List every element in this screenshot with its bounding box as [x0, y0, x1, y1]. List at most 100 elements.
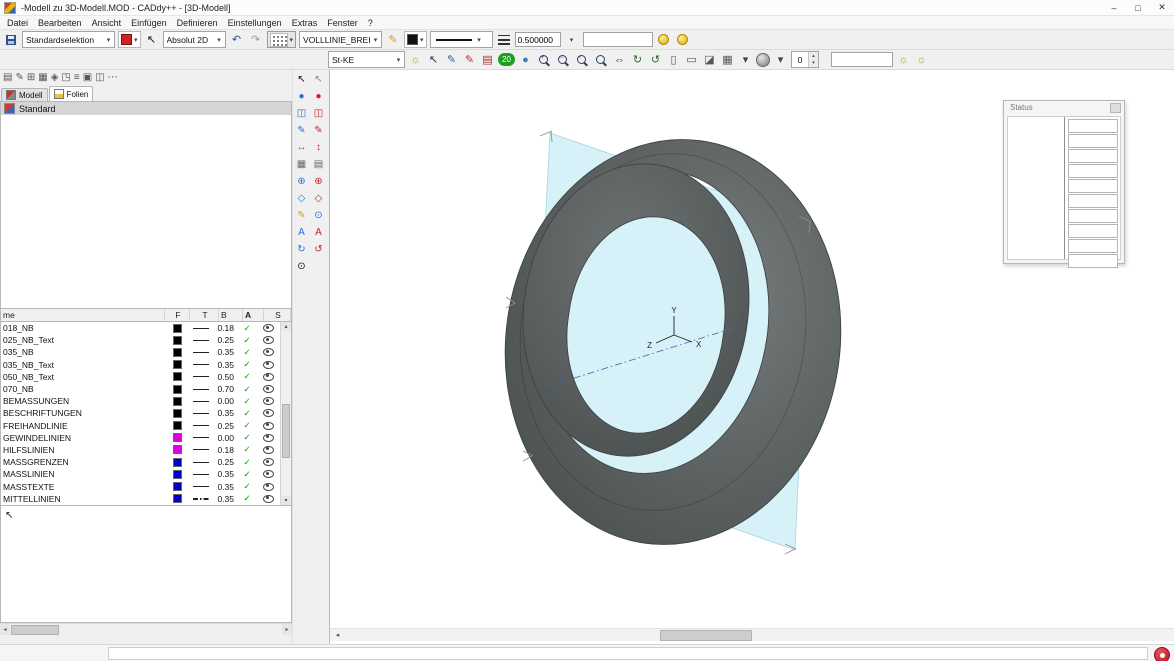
active-check-icon[interactable]: ✓ [238, 335, 256, 346]
lamp-button[interactable] [656, 32, 672, 47]
active-check-icon[interactable]: ✓ [238, 396, 256, 407]
linetype-sample[interactable] [193, 364, 209, 365]
split-square-icon[interactable]: ◫ [95, 73, 104, 83]
origin-icon[interactable]: ⊙ [295, 260, 309, 273]
menu-item-ansicht[interactable]: Ansicht [87, 18, 127, 28]
dot-grid-icon[interactable]: ▦ [295, 158, 309, 171]
active-check-icon[interactable]: ✓ [238, 371, 256, 382]
status-panel-close-icon[interactable] [1110, 103, 1121, 113]
active-check-icon[interactable]: ✓ [238, 359, 256, 370]
snap-red-icon[interactable]: ⊕ [312, 175, 326, 188]
column-header-s[interactable]: S [264, 309, 291, 321]
menu-item-datei[interactable]: Datei [2, 18, 33, 28]
linetype-combo[interactable]: VOLLLINIE_BREIT ▾ [299, 31, 382, 48]
visibility-cell[interactable] [256, 373, 280, 381]
menu-item-bearbeiten[interactable]: Bearbeiten [33, 18, 87, 28]
linetype-sample[interactable] [193, 437, 209, 438]
visibility-cell[interactable] [256, 446, 280, 454]
sphere-blue-icon[interactable]: ● [295, 90, 309, 103]
diamond-icon[interactable]: ◈ [51, 73, 59, 83]
list-icon[interactable]: ≡ [74, 73, 80, 83]
linetype-sample[interactable] [193, 498, 209, 500]
plane-red-icon[interactable]: ◫ [312, 107, 326, 120]
visibility-cell[interactable] [256, 324, 280, 332]
rotate-cw-icon[interactable]: ↻ [295, 243, 309, 256]
layer-row[interactable]: MASSGRENZEN0.25✓ [1, 456, 280, 468]
select-alt-icon[interactable]: ↖ [312, 73, 326, 86]
scroll-thumb[interactable] [11, 625, 59, 635]
active-check-icon[interactable]: ✓ [238, 384, 256, 395]
spin-down-icon[interactable]: ▾ [809, 60, 818, 68]
column-header-b[interactable]: B [219, 309, 243, 321]
corner-grid-icon[interactable]: ◳ [61, 73, 70, 83]
visibility-cell[interactable] [256, 361, 280, 369]
layer-row[interactable]: 070_NB0.70✓ [1, 383, 280, 395]
layer-row[interactable]: BESCHRIFTUNGEN0.35✓ [1, 407, 280, 419]
save-button[interactable] [3, 32, 19, 47]
snap-blue-icon[interactable]: ⊕ [295, 175, 309, 188]
active-check-icon[interactable]: ✓ [238, 469, 256, 480]
visibility-cell[interactable] [256, 397, 280, 405]
menu-item-fenster[interactable]: Fenster [322, 18, 363, 28]
linetype-sample[interactable] [193, 328, 209, 329]
layer-row[interactable]: 035_NB0.35✓ [1, 346, 280, 358]
move-icon[interactable]: ↔ [295, 141, 309, 154]
text-red-icon[interactable]: A [312, 226, 326, 239]
light-icon[interactable]: ☼ [896, 52, 911, 67]
plane-blue-icon[interactable]: ◫ [295, 107, 309, 120]
coords-field[interactable] [831, 52, 893, 67]
zoom-in-icon[interactable]: + [536, 52, 552, 67]
square-dot-icon[interactable]: ▣ [83, 73, 92, 83]
scroll-thumb[interactable] [660, 630, 752, 641]
layer-row[interactable]: GEWINDELINIEN0.00✓ [1, 432, 280, 444]
color-swatch[interactable] [173, 360, 182, 369]
linetype-sample[interactable] [193, 425, 209, 426]
color-swatch[interactable] [173, 445, 182, 454]
active-check-icon[interactable]: ✓ [238, 457, 256, 468]
visibility-cell[interactable] [256, 385, 280, 393]
linetype-sample[interactable] [193, 401, 209, 402]
color-swatch[interactable] [173, 348, 182, 357]
name-input[interactable] [583, 32, 653, 47]
visibility-cell[interactable] [256, 409, 280, 417]
zoom-out-icon[interactable]: − [555, 52, 571, 67]
column-header-a[interactable]: A [243, 309, 264, 321]
active-check-icon[interactable]: ✓ [238, 444, 256, 455]
sheet-landscape-icon[interactable]: ▭ [684, 52, 699, 67]
layer-row[interactable]: 050_NB_Text0.50✓ [1, 371, 280, 383]
grid-dropdown-icon[interactable]: ▾ [738, 52, 753, 67]
pan-icon[interactable]: ⇔ [612, 52, 627, 67]
color-swatch[interactable] [173, 372, 182, 381]
layer-row[interactable]: MITTELLINIEN0.35✓ [1, 493, 280, 505]
column-header-t[interactable]: T [190, 309, 219, 321]
linetype-sample[interactable] [193, 389, 209, 390]
sketch-blue-icon[interactable]: ✎ [444, 52, 459, 67]
linetype-sample[interactable] [193, 376, 209, 377]
poly-blue-icon[interactable]: ◇ [295, 192, 309, 205]
status-panel[interactable]: Status [1003, 100, 1125, 264]
linewidth-input[interactable] [515, 32, 561, 47]
visibility-cell[interactable] [256, 470, 280, 478]
menu-item-extras[interactable]: Extras [287, 18, 323, 28]
color-swatch[interactable] [173, 385, 182, 394]
active-check-icon[interactable]: ✓ [238, 408, 256, 419]
linetype-sample[interactable] [193, 340, 209, 341]
viewport-3d[interactable]: Y X Z Status ◂ [330, 70, 1174, 644]
lamp-icon[interactable]: ☼ [408, 52, 423, 67]
redraw-icon[interactable]: ↻ [630, 52, 645, 67]
stretch-icon[interactable]: ↕ [312, 141, 326, 154]
scroll-down-icon[interactable]: ▾ [281, 496, 291, 505]
active-check-icon[interactable]: ✓ [238, 493, 256, 504]
visibility-cell[interactable] [256, 336, 280, 344]
scroll-left-icon[interactable]: ◂ [0, 624, 10, 635]
text-blue-icon[interactable]: A [295, 226, 309, 239]
layer-row[interactable]: BEMASSUNGEN0.00✓ [1, 395, 280, 407]
linetype-sample[interactable] [193, 413, 209, 414]
select-cursor-icon[interactable]: ↖ [295, 73, 309, 86]
raster-grid-button[interactable]: ▾ [267, 31, 297, 48]
color-swatch[interactable] [173, 336, 182, 345]
more-icon[interactable]: ⋯ [108, 73, 118, 83]
coordinate-mode-combo[interactable]: Absolut 2D ▾ [163, 31, 226, 48]
selection-mode-combo[interactable]: Standardselektion ▾ [22, 31, 115, 48]
sheet-icon[interactable]: ▯ [666, 52, 681, 67]
